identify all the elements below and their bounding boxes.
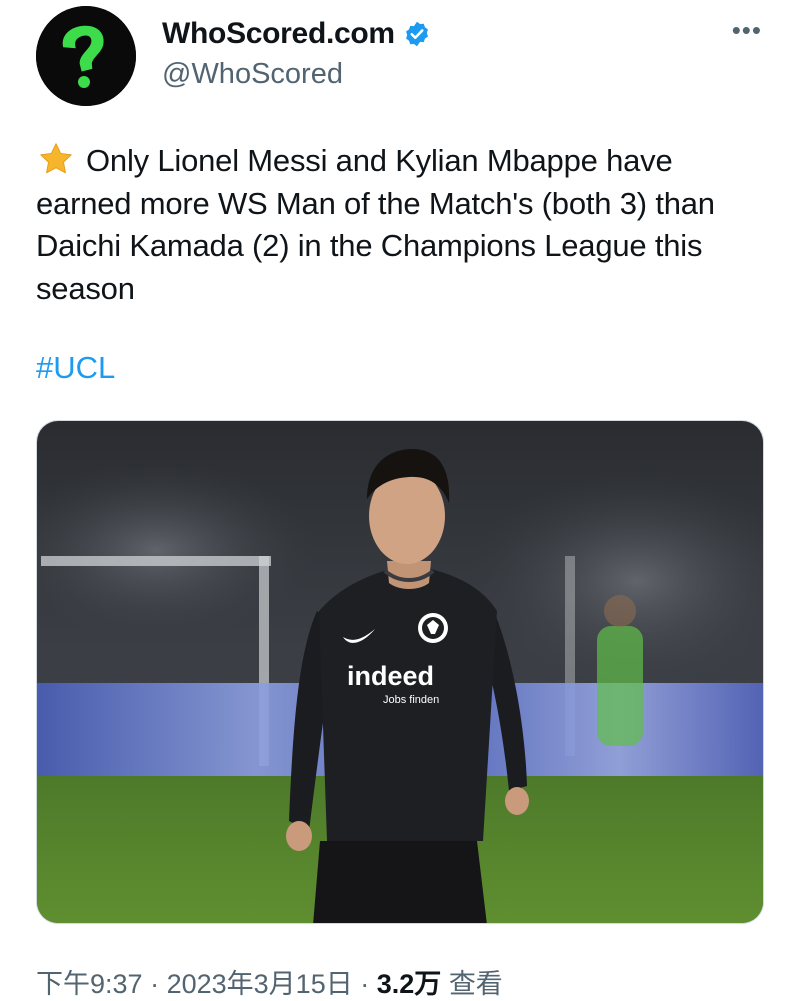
more-options-icon[interactable]: •••	[732, 17, 762, 43]
meta-separator: ·	[150, 969, 160, 999]
tweet-text: Only Lionel Messi and Kylian Mbappe have…	[36, 140, 756, 310]
tweet-photo[interactable]: indeed Jobs finden	[36, 420, 764, 924]
tweet-meta: 下午9:37 · 2023年3月15日 · 3.2万 查看	[36, 962, 503, 1001]
hashtag-link[interactable]: #UCL	[36, 350, 115, 386]
star-emoji-icon	[40, 143, 72, 174]
verified-badge-icon	[405, 21, 428, 47]
display-name[interactable]: WhoScored.com	[162, 17, 395, 51]
views-label: 查看	[448, 969, 503, 999]
views-count[interactable]: 3.2万	[377, 969, 442, 999]
player-photo: indeed Jobs finden	[37, 421, 763, 923]
jersey-sponsor: indeed	[347, 661, 434, 691]
tweet-header: WhoScored.com @WhoScored •••	[36, 4, 776, 108]
green-question-mark-logo-icon	[36, 6, 136, 106]
tweet-time[interactable]: 下午9:37	[36, 969, 143, 999]
jersey-sponsor-sub: Jobs finden	[383, 694, 439, 706]
tweet-date[interactable]: 2023年3月15日	[167, 969, 353, 999]
avatar[interactable]	[36, 6, 136, 106]
tweet-body: Only Lionel Messi and Kylian Mbappe have…	[36, 143, 715, 306]
name-row: WhoScored.com	[162, 16, 431, 52]
meta-separator: ·	[360, 969, 370, 999]
handle[interactable]: @WhoScored	[162, 58, 343, 91]
